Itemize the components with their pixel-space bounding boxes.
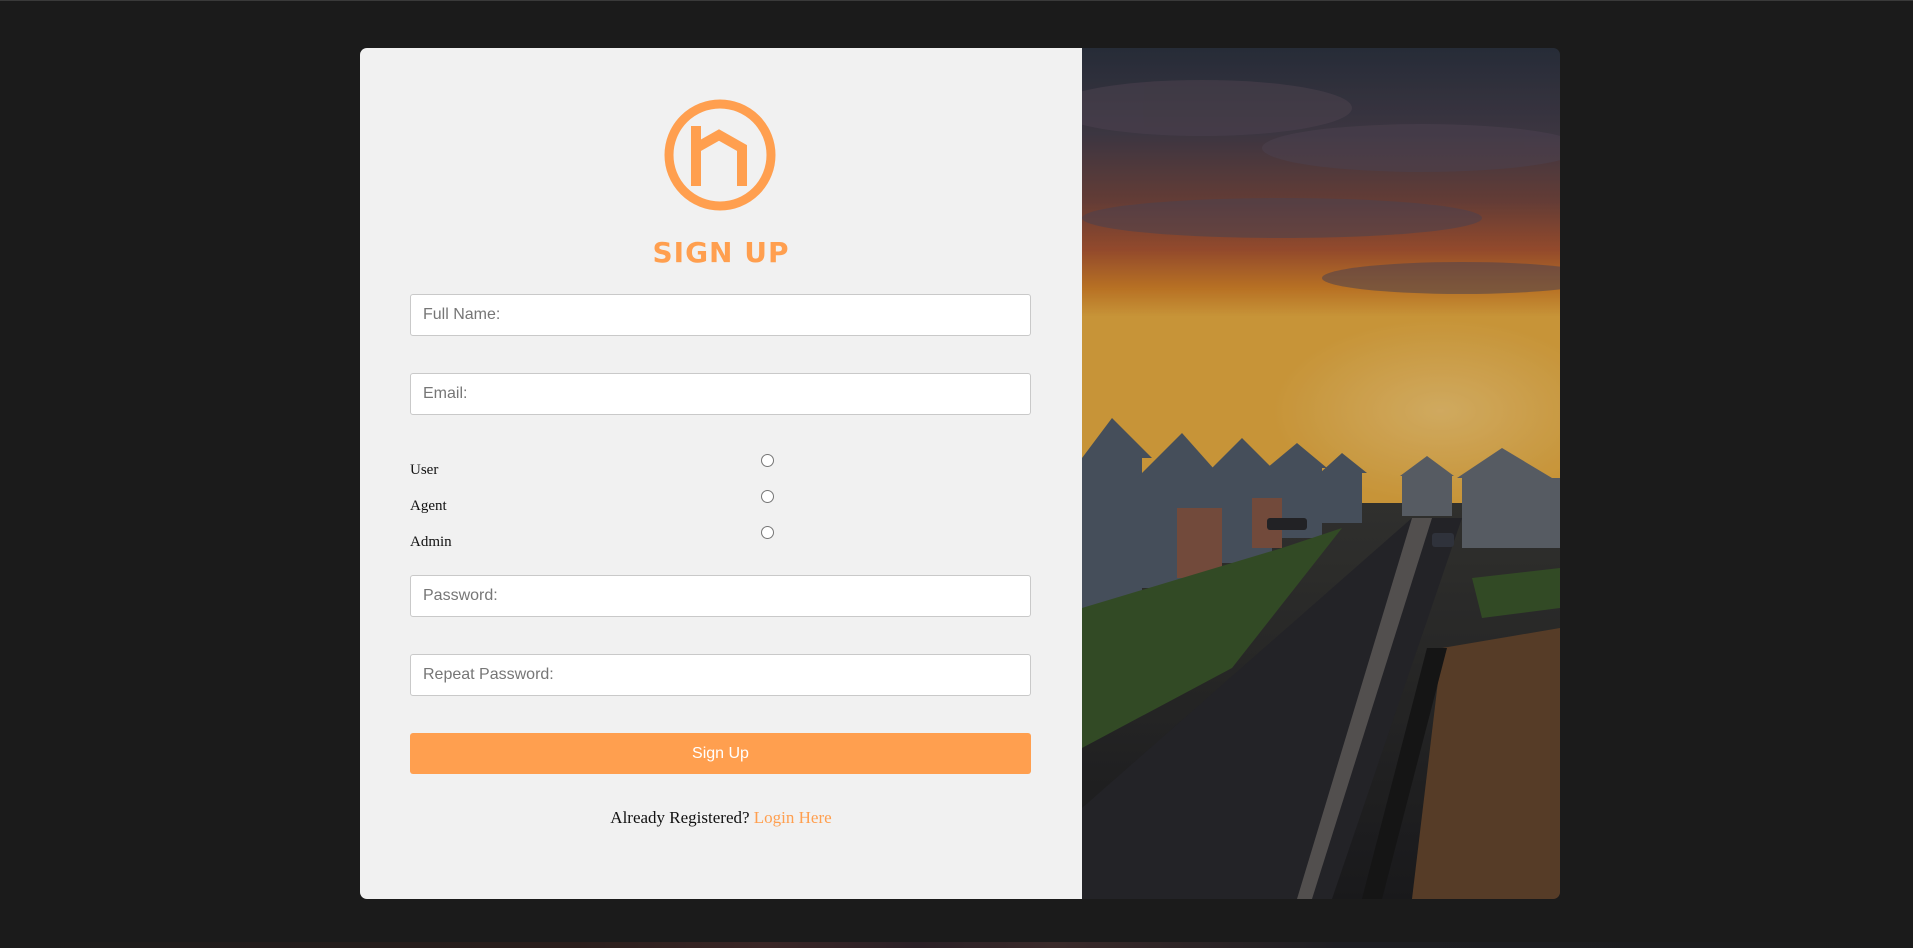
login-link[interactable]: Login Here [754, 808, 832, 827]
login-prompt: Already Registered? Login Here [360, 808, 1082, 828]
password-input[interactable] [410, 575, 1031, 617]
sign-up-button[interactable]: Sign Up [410, 733, 1031, 774]
repeat-password-input[interactable] [410, 654, 1031, 696]
email-input[interactable] [410, 373, 1031, 415]
bottom-background-strip [0, 942, 1913, 948]
login-prompt-text: Already Registered? [610, 808, 750, 827]
role-radio-admin[interactable] [761, 526, 774, 539]
role-radio-user[interactable] [761, 454, 774, 467]
role-radio-agent[interactable] [761, 490, 774, 503]
sunset-suburb-image [1082, 48, 1560, 899]
top-border [0, 0, 1913, 1]
full-name-input[interactable] [410, 294, 1031, 336]
house-logo-icon [664, 99, 776, 211]
signup-card: SIGN UP User Agent Admin Sign Up Already… [360, 48, 1560, 899]
role-label-user: User [410, 462, 439, 478]
page-title: SIGN UP [652, 236, 790, 269]
role-label-agent: Agent [410, 498, 447, 514]
signup-form-panel: SIGN UP User Agent Admin Sign Up Already… [360, 48, 1082, 899]
neighborhood-sunset-photo [1082, 48, 1560, 899]
role-label-admin: Admin [410, 534, 452, 550]
